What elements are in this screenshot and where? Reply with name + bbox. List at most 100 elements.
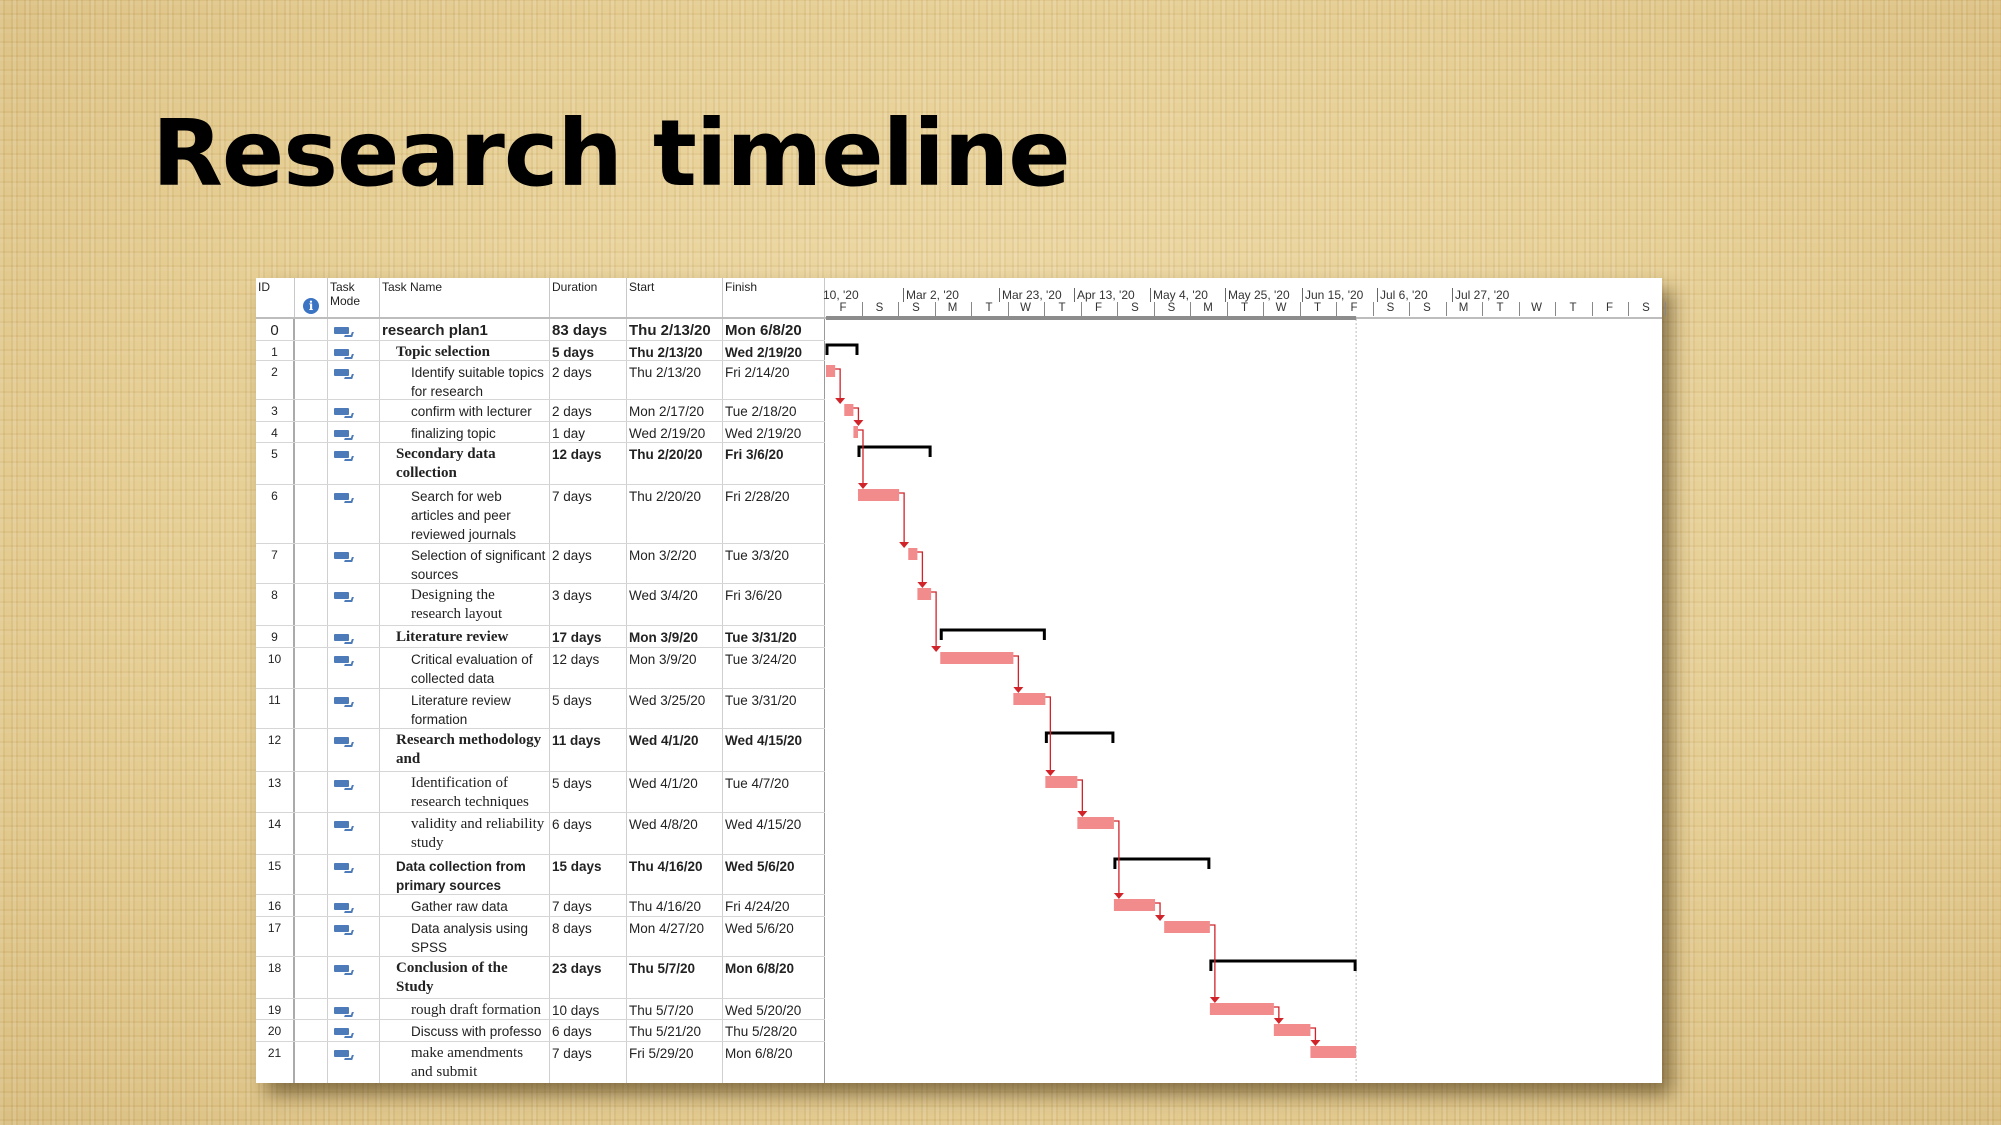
task-duration[interactable]: 1 day [550, 422, 627, 442]
table-row[interactable]: 12 Research methodology and 11 days Wed 4/1… [256, 728, 825, 771]
task-start[interactable]: Thu 2/13/20 [627, 341, 723, 360]
task-id[interactable]: 20 [256, 1020, 295, 1041]
task-mode[interactable] [328, 689, 380, 728]
task-start[interactable]: Wed 4/8/20 [627, 813, 723, 854]
task-mode[interactable] [328, 772, 380, 812]
task-name[interactable]: Data analysis using SPSS [380, 917, 550, 956]
table-row[interactable]: 3 confirm with lecturer 2 days Mon 2/17/20 T… [256, 399, 825, 421]
task-id[interactable]: 0 [256, 319, 295, 340]
task-start[interactable]: Thu 2/20/20 [627, 443, 723, 484]
task-duration[interactable]: 5 days [550, 772, 627, 812]
task-start[interactable]: Wed 3/4/20 [627, 584, 723, 625]
task-mode[interactable] [328, 584, 380, 625]
task-id[interactable]: 9 [256, 626, 295, 647]
table-row[interactable]: 9 Literature review 17 days Mon 3/9/20 Tue 3… [256, 625, 825, 647]
task-bar[interactable] [1164, 921, 1210, 933]
project-summary-bar[interactable] [826, 316, 1357, 320]
task-finish[interactable]: Fri 3/6/20 [723, 443, 825, 484]
task-id[interactable]: 14 [256, 813, 295, 854]
task-finish[interactable]: Tue 3/24/20 [723, 648, 825, 688]
table-row[interactable]: 17 Data analysis using SPSS 8 days Mon 4/2… [256, 916, 825, 956]
task-duration[interactable]: 5 days [550, 689, 627, 728]
task-duration[interactable]: 12 days [550, 648, 627, 688]
summary-bar[interactable] [857, 445, 932, 457]
task-indicator[interactable] [295, 917, 328, 956]
task-bar[interactable] [1013, 693, 1046, 705]
task-mode[interactable] [328, 1042, 380, 1083]
table-row[interactable]: 11 Literature review formation 5 days Wed 3… [256, 688, 825, 728]
task-duration[interactable]: 6 days [550, 813, 627, 854]
task-duration[interactable]: 8 days [550, 917, 627, 956]
task-duration[interactable]: 12 days [550, 443, 627, 484]
task-start[interactable]: Mon 3/9/20 [627, 626, 723, 647]
task-start[interactable]: Wed 4/1/20 [627, 772, 723, 812]
table-row[interactable]: 6 Search for web articles and peer revie… [256, 484, 825, 543]
task-duration[interactable]: 2 days [550, 400, 627, 421]
task-name[interactable]: Identification of research techniques [380, 772, 550, 812]
table-row[interactable]: 1 Topic selection 5 days Thu 2/13/20 Wed 2/1… [256, 340, 825, 360]
table-row[interactable]: 14 validity and reliability study 6 days We… [256, 812, 825, 854]
task-mode[interactable] [328, 443, 380, 484]
task-duration[interactable]: 2 days [550, 361, 627, 399]
task-name[interactable]: Conclusion of the Study [380, 957, 550, 998]
task-mode[interactable] [328, 648, 380, 688]
task-mode[interactable] [328, 813, 380, 854]
table-row[interactable]: 10 Critical evaluation of collected data 1… [256, 647, 825, 688]
task-duration[interactable]: 11 days [550, 729, 627, 771]
table-row[interactable]: 21 make amendments and submit 7 days Fri 5/… [256, 1041, 825, 1083]
task-bar[interactable] [908, 548, 918, 560]
task-id[interactable]: 18 [256, 957, 295, 998]
task-id[interactable]: 6 [256, 485, 295, 543]
task-name[interactable]: Discuss with professo [380, 1020, 550, 1041]
task-duration[interactable]: 3 days [550, 584, 627, 625]
task-indicator[interactable] [295, 400, 328, 421]
table-row[interactable]: 4 finalizing topic 1 day Wed 2/19/20 Wed 2/1… [256, 421, 825, 442]
table-row[interactable]: 7 Selection of significant sources 2 days M… [256, 543, 825, 583]
task-finish[interactable]: Wed 4/15/20 [723, 813, 825, 854]
task-mode[interactable] [328, 544, 380, 583]
task-bar[interactable] [1113, 899, 1156, 911]
task-name[interactable]: Designing the research layout [380, 584, 550, 625]
task-start[interactable]: Wed 4/1/20 [627, 729, 723, 771]
task-name[interactable]: finalizing topic [380, 422, 550, 442]
header-finish[interactable]: Finish [723, 278, 825, 318]
task-id[interactable]: 12 [256, 729, 295, 771]
task-finish[interactable]: Tue 3/3/20 [723, 544, 825, 583]
task-name[interactable]: make amendments and submit [380, 1042, 550, 1083]
summary-bar[interactable] [825, 343, 859, 355]
header-duration[interactable]: Duration [550, 278, 627, 318]
task-duration[interactable]: 15 days [550, 855, 627, 894]
header-start[interactable]: Start [627, 278, 723, 318]
task-start[interactable]: Mon 3/9/20 [627, 648, 723, 688]
task-indicator[interactable] [295, 443, 328, 484]
table-row[interactable]: 2 Identify suitable topics for research 2 … [256, 360, 825, 399]
task-mode[interactable] [328, 422, 380, 442]
task-name[interactable]: rough draft formation [380, 999, 550, 1019]
task-duration[interactable]: 7 days [550, 485, 627, 543]
task-id[interactable]: 7 [256, 544, 295, 583]
task-indicator[interactable] [295, 648, 328, 688]
task-bar[interactable] [844, 404, 854, 416]
table-row[interactable]: 16 Gather raw data 7 days Thu 4/16/20 Fri 4/… [256, 894, 825, 916]
task-bar[interactable] [917, 588, 932, 600]
task-name[interactable]: Selection of significant sources [380, 544, 550, 583]
task-start[interactable]: Mon 3/2/20 [627, 544, 723, 583]
task-name[interactable]: Gather raw data [380, 895, 550, 916]
task-bar[interactable] [1310, 1046, 1357, 1058]
task-bar[interactable] [1045, 776, 1078, 788]
task-indicator[interactable] [295, 689, 328, 728]
task-duration[interactable]: 7 days [550, 1042, 627, 1083]
task-name[interactable]: Topic selection [380, 341, 550, 360]
task-mode[interactable] [328, 361, 380, 399]
task-finish[interactable]: Tue 2/18/20 [723, 400, 825, 421]
task-finish[interactable]: Fri 2/14/20 [723, 361, 825, 399]
task-mode[interactable] [328, 1020, 380, 1041]
task-bar[interactable] [826, 365, 836, 377]
task-finish[interactable]: Thu 5/28/20 [723, 1020, 825, 1041]
task-finish[interactable]: Wed 2/19/20 [723, 422, 825, 442]
task-start[interactable]: Thu 4/16/20 [627, 855, 723, 894]
task-start[interactable]: Thu 4/16/20 [627, 895, 723, 916]
summary-bar[interactable] [1209, 959, 1357, 971]
task-finish[interactable]: Tue 4/7/20 [723, 772, 825, 812]
task-finish[interactable]: Mon 6/8/20 [723, 957, 825, 998]
